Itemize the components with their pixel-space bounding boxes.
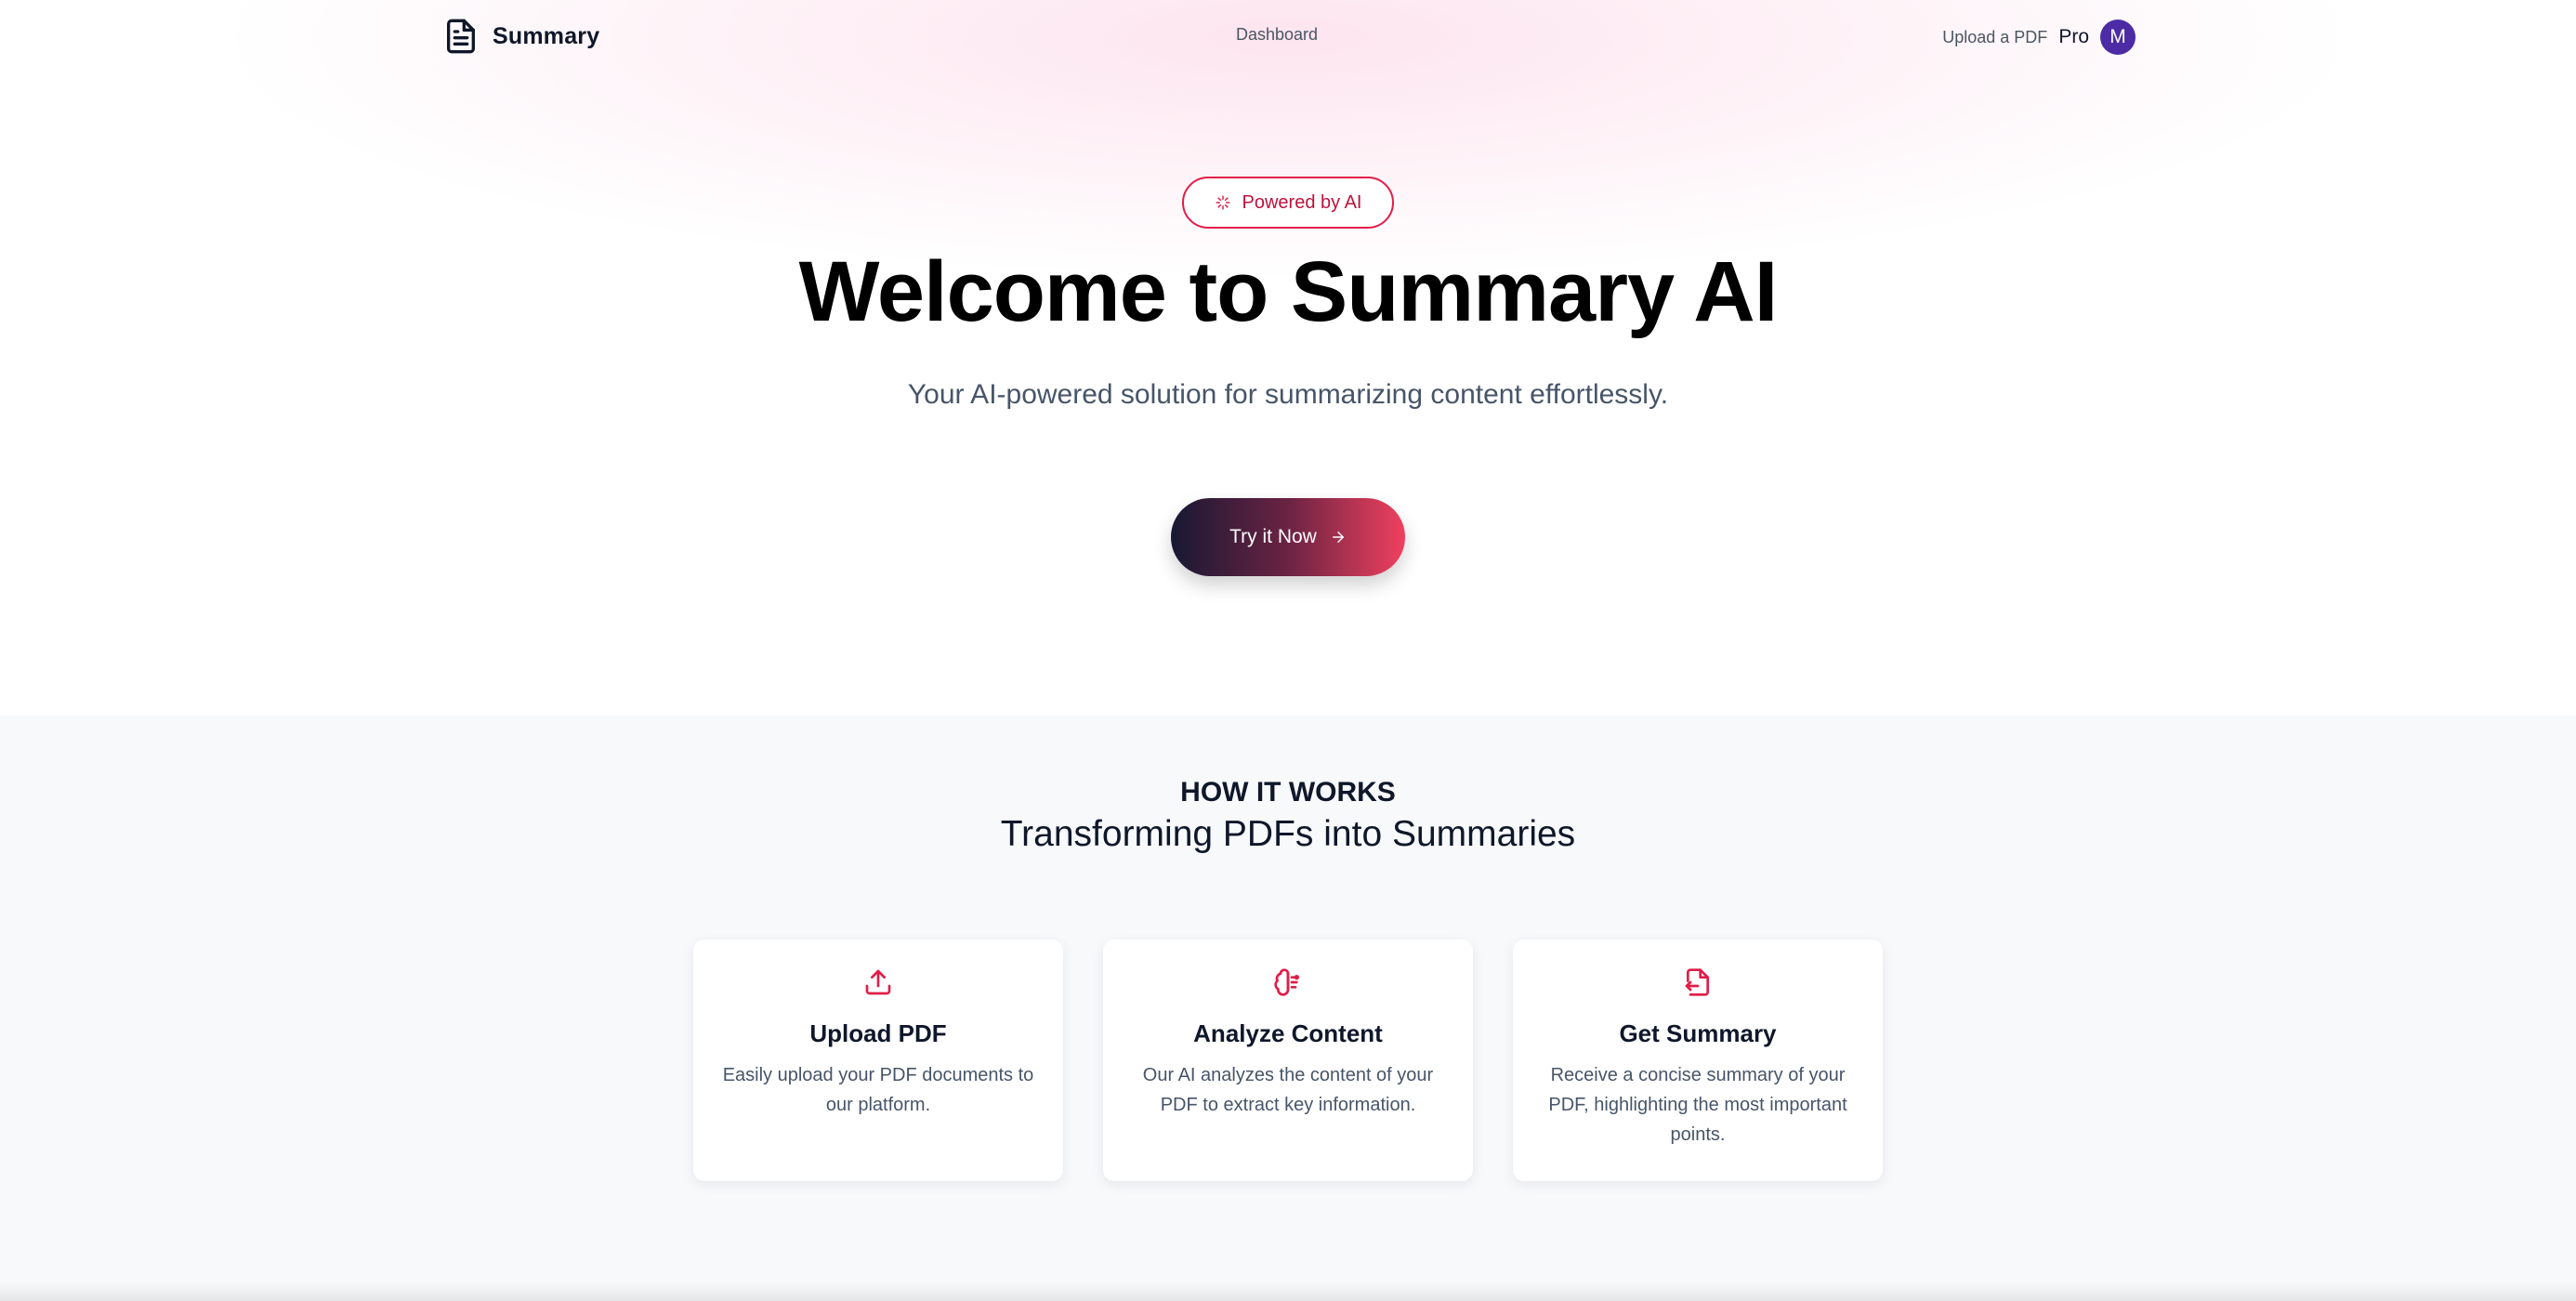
section-title: Transforming PDFs into Summaries: [1000, 814, 1576, 854]
step-description: Easily upload your PDF documents to our …: [722, 1065, 1034, 1115]
brain-icon: [1274, 968, 1299, 996]
user-avatar[interactable]: M: [2100, 20, 2136, 55]
nav-link-dashboard[interactable]: Dashboard: [1236, 25, 1318, 45]
step-description: Our AI analyzes the content of your PDF …: [1142, 1065, 1434, 1115]
top-navbar: Summary Dashboard Upload a PDF Pro M: [0, 0, 2576, 74]
step-title: Upload PDF: [809, 1019, 947, 1047]
how-it-works-section: HOW IT WORKS Transforming PDFs into Summ…: [0, 716, 2576, 1301]
upload-icon: [865, 969, 891, 995]
powered-by-ai-badge: Powered by AI: [1182, 177, 1394, 229]
step-card-analyze: Analyze Content Our AI analyzes the cont…: [1103, 940, 1473, 1181]
file-output-icon: [1685, 968, 1709, 996]
hero-title: Welcome to Summary AI: [798, 244, 1779, 339]
brand-name: Summary: [493, 22, 600, 49]
step-card-summary: Get Summary Receive a concise summary of…: [1513, 940, 1883, 1181]
step-title: Analyze Content: [1193, 1019, 1383, 1047]
page-bottom-edge: [0, 1282, 2576, 1301]
brand-logo-link[interactable]: Summary: [442, 17, 599, 56]
step-description: Receive a concise summary of your PDF, h…: [1548, 1065, 1847, 1145]
badge-label: Powered by AI: [1242, 191, 1362, 213]
header-actions: Upload a PDF Pro M: [1942, 20, 2136, 55]
section-eyebrow: HOW IT WORKS: [1180, 777, 1396, 808]
try-it-now-button[interactable]: Try it Now: [1171, 498, 1405, 576]
hero-subtitle: Your AI-powered solution for summarizing…: [907, 379, 1669, 410]
step-title: Get Summary: [1619, 1019, 1777, 1047]
cta-label: Try it Now: [1229, 526, 1317, 547]
sparkles-icon: [1216, 195, 1230, 210]
step-card-upload: Upload PDF Easily upload your PDF docume…: [693, 940, 1063, 1181]
arrow-right-icon: [1332, 532, 1344, 543]
upload-pdf-link[interactable]: Upload a PDF: [1942, 28, 2047, 47]
plan-badge: Pro: [2058, 26, 2089, 47]
document-icon: [447, 19, 475, 54]
hero-background-glow: [0, 0, 2576, 716]
